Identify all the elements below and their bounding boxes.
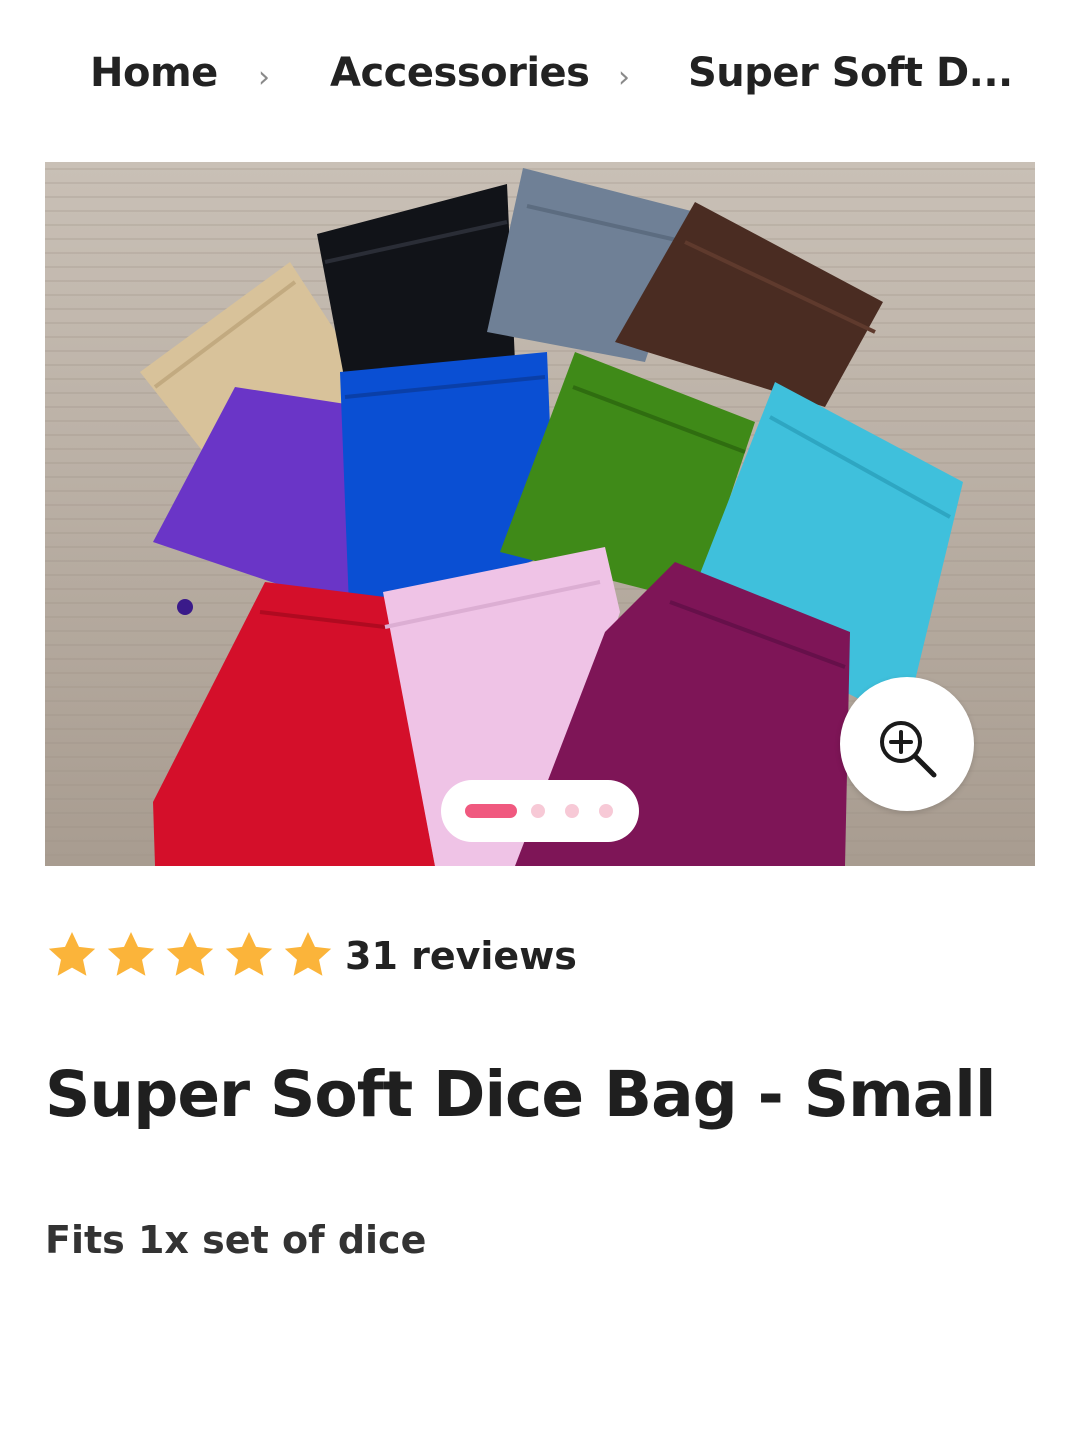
breadcrumb-accessories-link[interactable]: Accessories: [330, 50, 590, 96]
star-icon: [284, 932, 332, 976]
carousel-dot-active[interactable]: [465, 804, 517, 818]
carousel-indicator: [441, 780, 639, 842]
zoom-button[interactable]: [840, 677, 974, 811]
breadcrumb-current-page: Super Soft D...: [688, 50, 1013, 96]
star-icon: [107, 932, 155, 976]
breadcrumb-home-link[interactable]: Home: [90, 50, 218, 96]
carousel-dot[interactable]: [565, 804, 579, 818]
breadcrumb-separator-icon: ›: [258, 60, 270, 95]
carousel-dot[interactable]: [531, 804, 545, 818]
breadcrumb: Home › Accessories › Super Soft D...: [0, 50, 1080, 110]
carousel-dot[interactable]: [599, 804, 613, 818]
reviews-count-link[interactable]: 31 reviews: [345, 934, 577, 978]
zoom-in-icon: [880, 721, 937, 778]
product-image-gallery[interactable]: [45, 162, 1035, 866]
star-icon: [166, 932, 214, 976]
product-title: Super Soft Dice Bag - Small: [45, 1058, 996, 1131]
star-icon: [48, 932, 96, 976]
star-rating: [45, 928, 335, 984]
star-icon: [225, 932, 273, 976]
product-subtitle: Fits 1x set of dice: [45, 1218, 427, 1262]
breadcrumb-separator-icon: ›: [618, 60, 630, 95]
